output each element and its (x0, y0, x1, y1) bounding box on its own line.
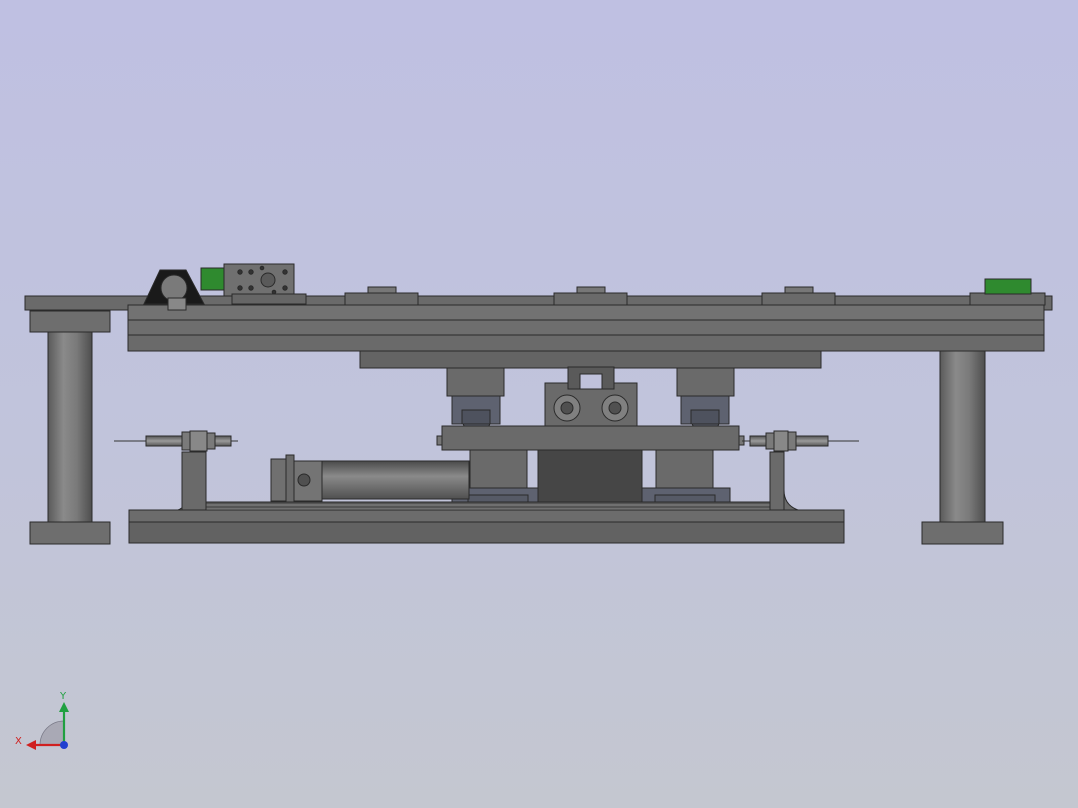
left-support-pillar[interactable] (29, 310, 111, 545)
right-support-pillar[interactable] (921, 349, 1004, 545)
green-sensor-right[interactable] (984, 278, 1032, 295)
right-stop-bracket[interactable] (769, 451, 799, 511)
right-shock-absorber[interactable] (742, 430, 859, 452)
z-axis-dot (60, 741, 68, 749)
mounting-block[interactable] (223, 263, 307, 305)
left-stop-bracket[interactable] (177, 451, 207, 511)
clamp-knob[interactable] (143, 269, 205, 311)
center-drive-housing[interactable] (537, 449, 643, 503)
air-cylinder[interactable] (270, 454, 470, 504)
center-roller-unit[interactable] (544, 366, 638, 428)
cad-model-view[interactable]: Y X (0, 0, 1078, 808)
base-plate[interactable] (128, 509, 845, 544)
upper-bearing-block-left[interactable] (446, 367, 505, 433)
graphics-viewport[interactable]: Y X (0, 0, 1078, 808)
green-sensor-left[interactable] (200, 267, 228, 291)
x-axis-label: X (15, 736, 22, 747)
left-shock-absorber[interactable] (114, 430, 238, 452)
upper-bearing-block-right[interactable] (676, 367, 735, 433)
orientation-triad[interactable]: Y X (15, 691, 69, 750)
carriage-plate[interactable] (441, 425, 740, 451)
hanging-sub-plate[interactable] (359, 350, 822, 369)
y-axis-label: Y (59, 691, 67, 702)
